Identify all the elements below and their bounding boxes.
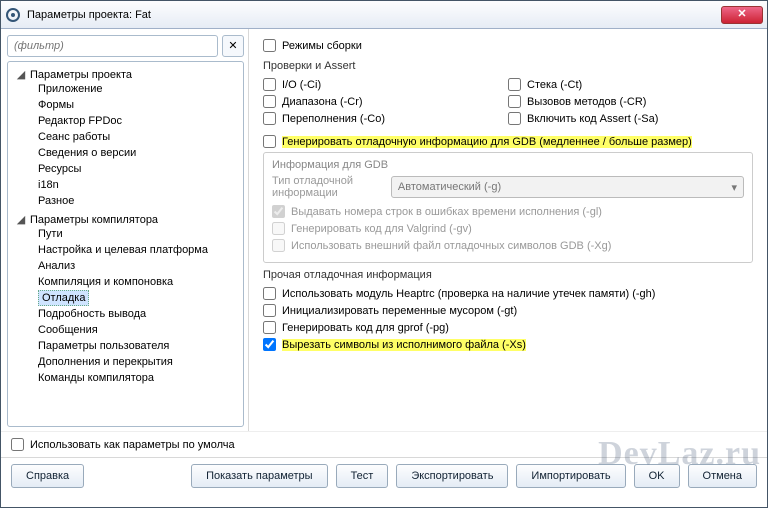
check-methods[interactable] bbox=[508, 95, 521, 108]
opt-strip-label: Вырезать символы из исполнимого файла (-… bbox=[282, 339, 526, 351]
import-button[interactable]: Импортировать bbox=[516, 464, 625, 488]
tree-item[interactable]: Сеанс работы bbox=[34, 129, 241, 145]
check-stack[interactable] bbox=[508, 78, 521, 91]
test-button[interactable]: Тест bbox=[336, 464, 389, 488]
cancel-button[interactable]: Отмена bbox=[688, 464, 757, 488]
build-modes-checkbox[interactable] bbox=[263, 39, 276, 52]
tree-item[interactable]: Сообщения bbox=[34, 322, 241, 338]
gear-icon bbox=[5, 7, 21, 23]
gdb-title: Информация для GDB bbox=[272, 159, 744, 171]
gdb-valgrind-checkbox bbox=[272, 222, 285, 235]
chevron-down-icon: ▾ bbox=[731, 181, 737, 194]
check-io[interactable] bbox=[263, 78, 276, 91]
gdb-extern-checkbox bbox=[272, 239, 285, 252]
tree-item[interactable]: Подробность вывода bbox=[34, 306, 241, 322]
tree-item[interactable]: Пути bbox=[34, 226, 241, 242]
filter-input[interactable] bbox=[7, 35, 218, 57]
tree-item[interactable]: Дополнения и перекрытия bbox=[34, 354, 241, 370]
tree-item[interactable]: Настройка и целевая платформа bbox=[34, 242, 241, 258]
gen-debug-checkbox[interactable] bbox=[263, 135, 276, 148]
triangle-icon: ◢ bbox=[16, 68, 26, 81]
checks-title: Проверки и Assert bbox=[263, 60, 753, 72]
use-as-default-label: Использовать как параметры по умолча bbox=[30, 439, 235, 451]
tree-group[interactable]: ◢Параметры проекта bbox=[16, 68, 241, 81]
tree-item[interactable]: Приложение bbox=[34, 81, 241, 97]
tree-item[interactable]: Сведения о версии bbox=[34, 145, 241, 161]
tree-item[interactable]: Компиляция и компоновка bbox=[34, 274, 241, 290]
nav-tree[interactable]: ◢Параметры проектаПриложениеФормыРедакто… bbox=[7, 61, 244, 427]
opt-gprof[interactable] bbox=[263, 321, 276, 334]
tree-item[interactable]: Анализ bbox=[34, 258, 241, 274]
check-overflow[interactable] bbox=[263, 112, 276, 125]
opt-heaptrc[interactable] bbox=[263, 287, 276, 300]
build-modes-label: Режимы сборки bbox=[282, 40, 362, 52]
triangle-icon: ◢ bbox=[16, 213, 26, 226]
check-range[interactable] bbox=[263, 95, 276, 108]
tree-item[interactable]: Ресурсы bbox=[34, 161, 241, 177]
tree-item[interactable]: Параметры пользователя bbox=[34, 338, 241, 354]
use-as-default-checkbox[interactable] bbox=[11, 438, 24, 451]
export-button[interactable]: Экспортировать bbox=[396, 464, 508, 488]
tree-item[interactable]: Разное bbox=[34, 193, 241, 209]
window-title: Параметры проекта: Fat bbox=[27, 9, 721, 21]
filter-clear-button[interactable]: ✕ bbox=[222, 35, 244, 57]
tree-group[interactable]: ◢Параметры компилятора bbox=[16, 213, 241, 226]
ok-button[interactable]: OK bbox=[634, 464, 680, 488]
tree-item[interactable]: Отладка bbox=[34, 290, 241, 306]
gdb-type-label: Тип отладочной информации bbox=[272, 175, 383, 199]
gdb-lines-checkbox bbox=[272, 205, 285, 218]
gdb-type-select[interactable]: Автоматический (-g) ▾ bbox=[391, 176, 744, 198]
close-button[interactable]: ✕ bbox=[721, 6, 763, 24]
opt-strip[interactable] bbox=[263, 338, 276, 351]
opt-trash[interactable] bbox=[263, 304, 276, 317]
gen-debug-label: Генерировать отладочную информацию для G… bbox=[282, 136, 692, 148]
check-assert[interactable] bbox=[508, 112, 521, 125]
help-button[interactable]: Справка bbox=[11, 464, 84, 488]
other-title: Прочая отладочная информация bbox=[263, 269, 753, 281]
tree-item[interactable]: Формы bbox=[34, 97, 241, 113]
show-params-button[interactable]: Показать параметры bbox=[191, 464, 328, 488]
tree-item[interactable]: Команды компилятора bbox=[34, 370, 241, 386]
tree-item[interactable]: i18n bbox=[34, 177, 241, 193]
tree-item[interactable]: Редактор FPDoc bbox=[34, 113, 241, 129]
